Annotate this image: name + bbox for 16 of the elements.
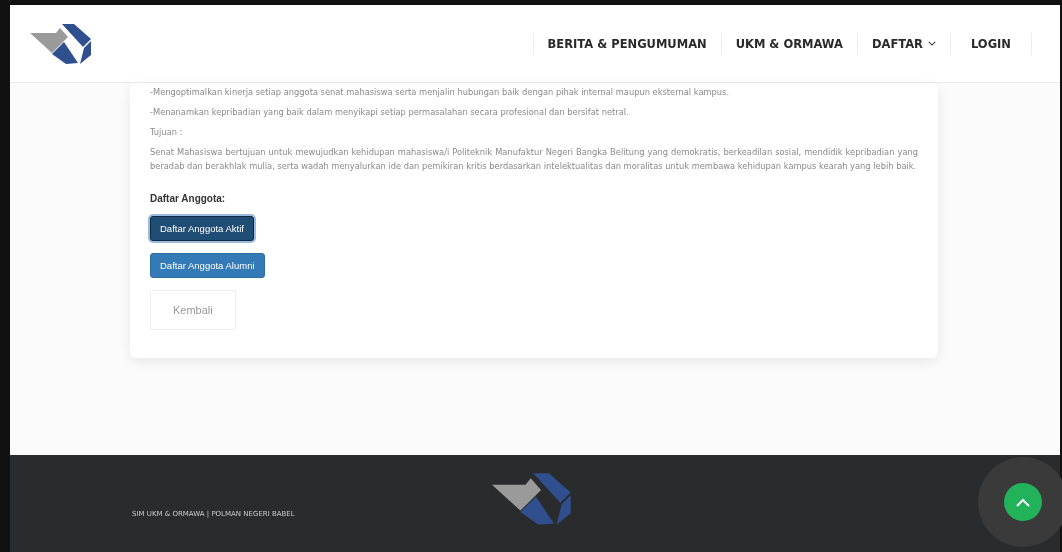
logo-icon[interactable] [30,22,92,65]
nav-link[interactable]: UKM & ORMAWA [720,32,857,55]
chevron-up-icon [1016,497,1030,507]
paragraph: Tujuan : [150,126,183,139]
chevron-down-icon [927,41,936,46]
member-list-button[interactable]: Daftar Anggota Alumni [150,253,265,278]
members-heading: Daftar Anggota: [150,193,226,204]
member-list-button[interactable]: Daftar Anggota Aktif [150,216,254,241]
scroll-to-top-button[interactable] [1004,483,1042,521]
nav-link[interactable]: LOGIN [949,32,1032,55]
paragraph: Senat Mahasiswa bertujuan untuk mewujudkan kehidupan mahasiswa/i Politeknik Manufaktur Negeri Bangka Belitung yang demokratis, berkeadilan sosial, mendidik kepribadian yang beradab dan berakhlak mulia, serta wadah menyalurkan ide dan pemikiran kritis berdasarkan intelektualitas dan moralitas untuk membawa kehidupan kampus kearah yang lebih baik. [150,146,918,173]
nav-link[interactable]: BERITA & PENGUMUMAN [532,32,721,55]
nav-link[interactable]: DAFTAR [856,32,950,55]
paragraph: -Mengoptimalkan kinerja setiap anggota senat mahasiswa serta menjalin hubungan baik dengan pihak internal maupun eksternal kampus. [150,86,730,99]
paragraph: -Menanamkan kepribadian yang baik dalam menyikapi setiap permasalahan secara profesional dan bersifat netral. [150,106,629,119]
logo-icon [492,470,572,527]
